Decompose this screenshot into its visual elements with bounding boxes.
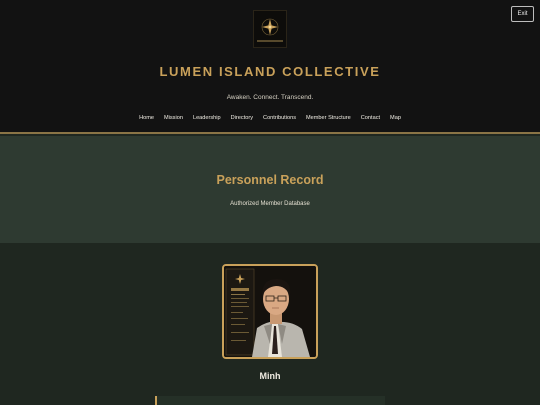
nav-directory[interactable]: Directory xyxy=(231,115,253,121)
record-details-panel xyxy=(155,396,385,405)
nav-contributions[interactable]: Contributions xyxy=(263,115,296,121)
site-title: LUMEN ISLAND COLLECTIVE xyxy=(159,64,381,79)
hero-banner: Personnel Record Authorized Member Datab… xyxy=(0,136,540,243)
tagline: Awaken. Connect. Transcend. xyxy=(226,94,314,101)
nav-contact[interactable]: Contact xyxy=(361,115,380,121)
site-header: Exit LUMEN ISLAND COLLECTIVE Awaken. Con… xyxy=(0,0,540,134)
exit-button[interactable]: Exit xyxy=(511,6,534,22)
member-portrait xyxy=(222,264,318,359)
page-title: Personnel Record xyxy=(216,173,324,187)
nav-map[interactable]: Map xyxy=(390,115,401,121)
nav-leadership[interactable]: Leadership xyxy=(193,115,221,121)
star-emblem-icon xyxy=(253,10,287,48)
nav-mission[interactable]: Mission xyxy=(164,115,183,121)
nav-home[interactable]: Home xyxy=(139,115,154,121)
nav-member-structure[interactable]: Member Structure xyxy=(306,115,351,121)
member-name: Minh xyxy=(259,371,281,381)
page-subtitle: Authorized Member Database xyxy=(230,201,310,207)
main-nav: Home Mission Leadership Directory Contri… xyxy=(0,115,540,121)
